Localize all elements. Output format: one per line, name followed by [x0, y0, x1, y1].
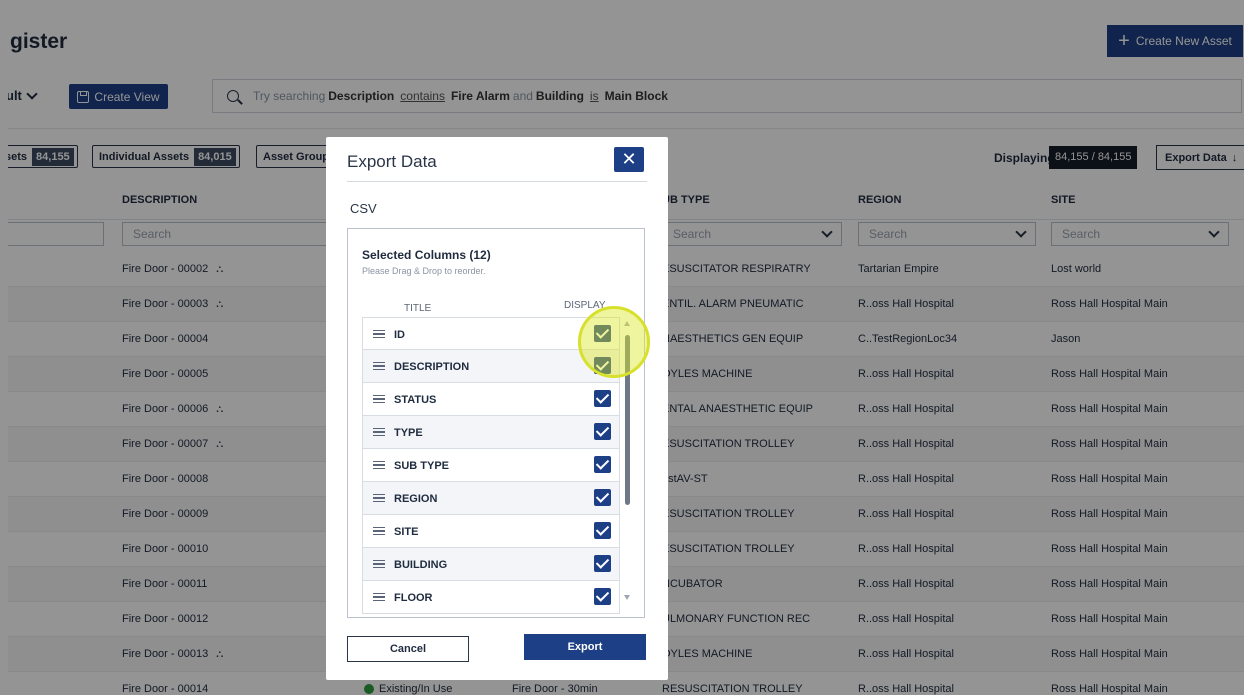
drag-handle-icon[interactable]	[373, 362, 385, 370]
drag-handle-icon[interactable]	[373, 330, 385, 338]
column-item[interactable]: BUILDING	[362, 548, 620, 581]
export-button[interactable]: Export	[524, 634, 646, 660]
display-checkbox[interactable]	[594, 423, 611, 440]
cancel-button[interactable]: Cancel	[347, 636, 469, 662]
column-item[interactable]: REGION	[362, 482, 620, 515]
drag-handle-icon[interactable]	[373, 593, 385, 601]
column-label: ID	[394, 329, 405, 341]
column-list: ID DESCRIPTION STATUS TYPE SUB TYPE REGI…	[362, 317, 620, 614]
column-item[interactable]: STATUS	[362, 383, 620, 416]
column-label: BUILDING	[394, 559, 448, 571]
column-item[interactable]: SITE	[362, 515, 620, 548]
column-label: FLOOR	[394, 592, 433, 604]
column-item[interactable]: FLOOR	[362, 581, 620, 614]
drag-handle-icon[interactable]	[373, 395, 385, 403]
click-highlight-indicator	[578, 306, 650, 378]
drag-handle-icon[interactable]	[373, 494, 385, 502]
close-icon: ✕	[621, 149, 637, 169]
column-label: DESCRIPTION	[394, 361, 470, 373]
close-button[interactable]: ✕	[614, 147, 644, 172]
column-label: TYPE	[394, 427, 423, 439]
selected-columns-title: Selected Columns (12)	[362, 248, 491, 262]
column-item[interactable]: SUB TYPE	[362, 449, 620, 482]
display-checkbox[interactable]	[594, 588, 611, 605]
scroll-down-icon[interactable]	[624, 595, 630, 600]
display-checkbox[interactable]	[594, 489, 611, 506]
column-label: SUB TYPE	[394, 460, 450, 472]
column-label: REGION	[394, 493, 438, 505]
selected-columns-panel: Selected Columns (12) Please Drag & Drop…	[347, 228, 645, 618]
drag-handle-icon[interactable]	[373, 461, 385, 469]
modal-title: Export Data	[347, 152, 437, 171]
column-label: STATUS	[394, 394, 437, 406]
drag-handle-icon[interactable]	[373, 560, 385, 568]
drag-handle-icon[interactable]	[373, 428, 385, 436]
display-checkbox[interactable]	[594, 522, 611, 539]
selected-columns-hint: Please Drag & Drop to reorder.	[362, 266, 486, 276]
column-label: SITE	[394, 526, 419, 538]
modal-divider	[347, 181, 647, 182]
export-data-modal: Export Data ✕ CSV Selected Columns (12) …	[326, 137, 668, 680]
drag-handle-icon[interactable]	[373, 527, 385, 535]
column-title-header: TITLE	[404, 303, 432, 314]
display-checkbox[interactable]	[594, 390, 611, 407]
display-checkbox[interactable]	[594, 555, 611, 572]
column-item[interactable]: TYPE	[362, 416, 620, 449]
export-format: CSV	[350, 201, 377, 216]
display-checkbox[interactable]	[594, 456, 611, 473]
